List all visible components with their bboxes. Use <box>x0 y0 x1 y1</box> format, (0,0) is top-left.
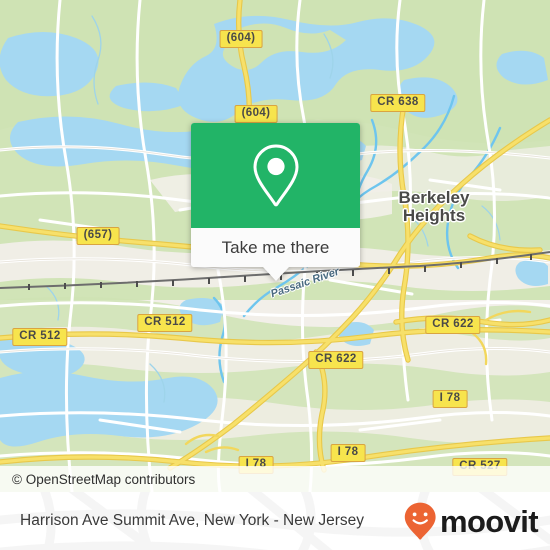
road-shield: (657) <box>76 227 120 245</box>
map-attribution: © OpenStreetMap contributors <box>0 466 550 492</box>
map-pin-icon <box>252 143 299 206</box>
map-canvas[interactable]: (604) (604) CR 638 (657) CR 512 CR 512 C… <box>0 0 550 492</box>
road-shield: CR 622 <box>308 351 364 369</box>
moovit-wordmark: moovit <box>439 503 539 539</box>
road-shield: CR 512 <box>12 328 68 346</box>
road-shield: CR 512 <box>137 314 193 332</box>
attribution-text: © OpenStreetMap contributors <box>12 471 196 487</box>
popup-icon-area <box>191 123 360 228</box>
road-shield: (604) <box>219 30 263 48</box>
popup-card: Take me there <box>191 123 360 267</box>
road-shield: CR 622 <box>425 316 481 334</box>
moovit-logo[interactable]: moovit <box>403 501 539 541</box>
road-shield: (604) <box>234 105 278 123</box>
road-shield: I 78 <box>330 444 366 462</box>
place-label-line2: Heights <box>402 206 466 225</box>
place-label-berkeley-heights: Berkeley Heights <box>399 189 470 225</box>
place-label-line1: Berkeley <box>398 188 470 207</box>
moovit-pin-smiley-icon <box>404 502 436 540</box>
footer-bar: Harrison Ave Summit Ave, New York - New … <box>0 492 550 550</box>
road-shield: CR 638 <box>370 94 426 112</box>
popup-cta-label[interactable]: Take me there <box>191 228 360 267</box>
moovit-map-screenshot: (604) (604) CR 638 (657) CR 512 CR 512 C… <box>0 0 550 550</box>
road-shield: I 78 <box>432 390 468 408</box>
popup-tail <box>262 267 289 281</box>
destination-popup[interactable]: Take me there <box>191 123 360 281</box>
location-address: Harrison Ave Summit Ave, New York - New … <box>20 512 365 529</box>
